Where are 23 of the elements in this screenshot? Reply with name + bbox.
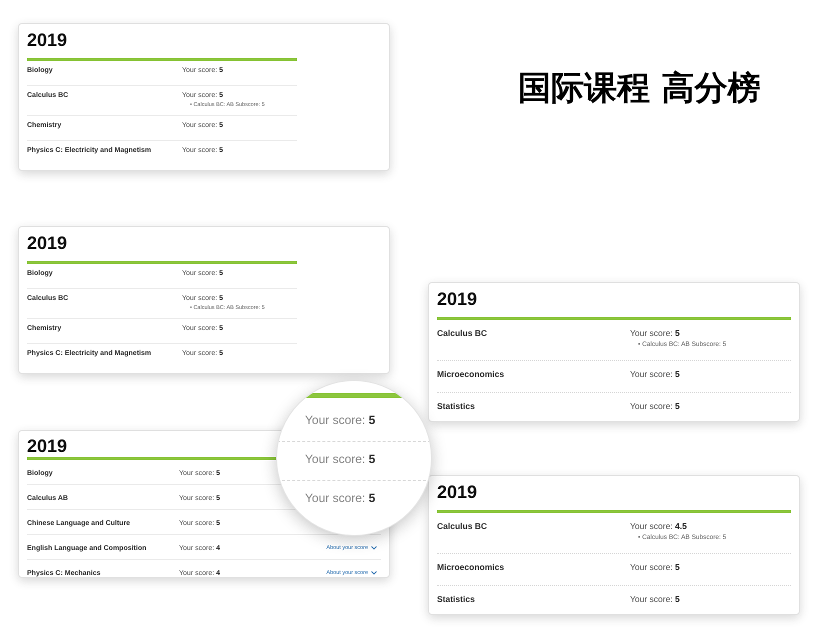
score-text: Your score: 5 <box>630 562 680 572</box>
score-text: Your score: 5 <box>305 413 376 427</box>
page-heading: 国际课程 高分榜 <box>518 67 760 109</box>
year-heading: 2019 <box>437 289 478 311</box>
year-heading: 2019 <box>27 437 68 455</box>
subject-name: Statistics <box>437 594 476 604</box>
year-heading: 2019 <box>27 233 68 255</box>
score-text: Your score: 5 <box>305 491 376 505</box>
chevron-icon <box>371 571 377 575</box>
chevron-icon <box>371 546 377 550</box>
subject-name: Calculus BC <box>437 520 488 531</box>
subject-name: Statistics <box>437 400 476 411</box>
score-text: Your score: 5 <box>630 594 680 604</box>
subject-name: Microeconomics <box>437 368 506 379</box>
year-heading: 2019 <box>437 482 478 504</box>
score-text: Your score: 5 <box>630 328 681 338</box>
score-text: Your score: 5 <box>630 400 680 411</box>
subject-name: Calculus BC <box>437 328 488 338</box>
subject-name: Microeconomics <box>437 562 506 572</box>
score-text: Your score: 4.5 <box>630 520 688 531</box>
score-text: Your score: 5 <box>305 452 376 466</box>
year-heading: 2019 <box>27 30 68 52</box>
score-text: Your score: 5 <box>630 368 680 379</box>
